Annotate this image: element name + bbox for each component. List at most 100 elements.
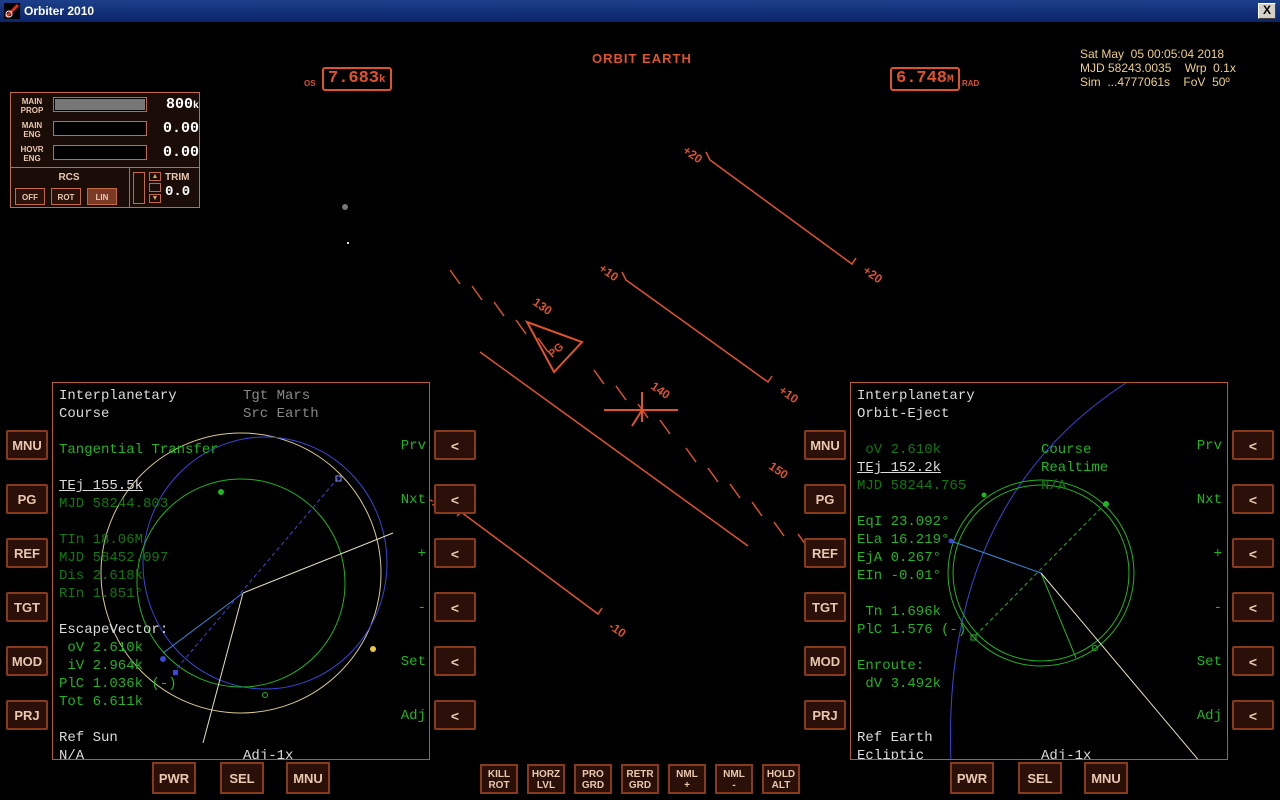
simulation-viewport[interactable]: +20 +20 +10 +10 -10 -10 130 140 150 PG O… <box>2 22 1278 798</box>
main-prop-value: 800k <box>151 96 199 113</box>
os-label: OS <box>304 79 316 88</box>
retrograde-button[interactable]: RETR GRD <box>621 764 659 794</box>
window-titlebar[interactable]: Orbiter 2010 X <box>0 0 1280 22</box>
sun-direction-line <box>1040 572 1199 759</box>
right-mfd-plus-button[interactable]: < <box>1232 538 1274 568</box>
left-mfd-pg-button[interactable]: PG <box>6 484 48 514</box>
os-unit: k <box>379 74 386 86</box>
left-mfd-nxt-label: Nxt <box>400 492 426 508</box>
ov-value: oV 2.610k <box>857 442 942 458</box>
right-mfd-adj-label: Adj <box>1196 708 1222 724</box>
rcs-off-button[interactable]: OFF <box>15 188 45 205</box>
ref-value: Ref Sun <box>59 730 118 746</box>
left-mfd-pwr-button[interactable]: PWR <box>152 762 196 794</box>
horz-lvl-button[interactable]: HORZ LVL <box>527 764 565 794</box>
hold-alt-button[interactable]: HOLD ALT <box>762 764 800 794</box>
right-mfd-menu-button[interactable]: MNU <box>1084 762 1128 794</box>
dis-value: Dis 2.618k <box>59 568 144 584</box>
hovr-eng-value: 0.00 <box>162 144 199 161</box>
left-mfd-menu-button[interactable]: MNU <box>286 762 330 794</box>
left-mfd-plus-button[interactable]: < <box>434 538 476 568</box>
mars-dot <box>370 646 376 652</box>
right-mfd-set-button[interactable]: < <box>1232 646 1274 676</box>
rcs-rot-button[interactable]: ROT <box>51 188 81 205</box>
trim-label: TRIM <box>165 172 190 183</box>
date-line: Sat May 05 00:05:04 2018 <box>1080 47 1225 61</box>
left-mfd-nxt-button[interactable]: < <box>434 484 476 514</box>
escape-line <box>950 540 1042 574</box>
main-prop-bar <box>53 97 147 112</box>
left-mfd-mod-button[interactable]: MOD <box>6 646 48 676</box>
escape-vector-label: EscapeVector: <box>59 622 169 638</box>
ejection-line <box>1040 572 1077 659</box>
left-mfd-adj-button[interactable]: < <box>434 700 476 730</box>
left-mfd-prv-button[interactable]: < <box>434 430 476 460</box>
right-mfd-minus-button[interactable]: < <box>1232 592 1274 622</box>
main-eng-bar <box>53 121 147 136</box>
mfd-title-1: Interplanetary <box>59 388 177 404</box>
hold-alt-line1: HOLD <box>766 769 796 780</box>
right-mfd-mod-button[interactable]: MOD <box>804 646 846 676</box>
close-button[interactable]: X <box>1258 3 1276 19</box>
left-mfd-sel-button[interactable]: SEL <box>220 762 264 794</box>
right-mfd-plus-label: + <box>1213 546 1222 562</box>
ladder-line-plus20 <box>705 151 857 266</box>
main-prop-label: MAIN PROP <box>20 97 44 115</box>
trim-mid-button[interactable] <box>149 183 161 192</box>
prograde-line2: GRD <box>581 780 605 791</box>
normal-minus-button[interactable]: NML - <box>715 764 753 794</box>
os-value: 7.683 <box>328 69 380 88</box>
hovr-eng-bar <box>53 145 147 160</box>
right-mfd-nxt-label: Nxt <box>1196 492 1222 508</box>
mfd-title-2: Course <box>59 406 110 422</box>
normal-plus-button[interactable]: NML + <box>668 764 706 794</box>
right-mfd-nxt-button[interactable]: < <box>1232 484 1274 514</box>
transfer-orbit <box>142 436 388 690</box>
right-mfd-pwr-button[interactable]: PWR <box>950 762 994 794</box>
left-mfd-minus-button[interactable]: < <box>434 592 476 622</box>
left-mfd-ref-button[interactable]: REF <box>6 538 48 568</box>
rad-unit: M <box>947 74 954 86</box>
left-mfd-plus-label: + <box>417 546 426 562</box>
rcs-panel: RCS OFF ROT LIN <box>11 167 130 208</box>
right-mfd-mnu-button[interactable]: MNU <box>804 430 846 460</box>
normal-plus-line2: + <box>684 780 690 791</box>
right-mfd-adj-button[interactable]: < <box>1232 700 1274 730</box>
rin-value: RIn 1.851° <box>59 586 144 602</box>
kill-rot-line2: ROT <box>488 780 510 791</box>
mjd-line: MJD 58243.0035 Wrp 0.1x <box>1080 61 1236 75</box>
transfer-mode: Tangential Transfer <box>59 442 219 458</box>
kill-rot-button[interactable]: KILL ROT <box>480 764 518 794</box>
right-mfd-prv-button[interactable]: < <box>1232 430 1274 460</box>
left-mfd-prj-button[interactable]: PRJ <box>6 700 48 730</box>
ladder-label: -10 <box>606 619 629 641</box>
mfd-source: Src Earth <box>243 406 319 422</box>
left-mfd-adj-label: Adj <box>400 708 426 724</box>
ladder-label: +10 <box>596 261 621 284</box>
prograde-button[interactable]: PRO GRD <box>574 764 612 794</box>
tej-value: TEj 155.5k <box>59 478 144 494</box>
left-mfd-set-button[interactable]: < <box>434 646 476 676</box>
rcs-lin-button[interactable]: LIN <box>87 188 117 205</box>
kill-rot-line1: KILL <box>487 769 511 780</box>
trim-up-button[interactable]: ▲ <box>149 172 161 181</box>
dv-value: dV 3.492k <box>857 676 942 692</box>
right-mfd-ref-button[interactable]: REF <box>804 538 846 568</box>
left-mfd-mnu-button[interactable]: MNU <box>6 430 48 460</box>
right-mfd-prj-button[interactable]: PRJ <box>804 700 846 730</box>
right-mfd-sel-button[interactable]: SEL <box>1018 762 1062 794</box>
trim-panel: ▲ ▼ TRIM 0.0 <box>129 167 199 208</box>
right-mfd-tgt-button[interactable]: TGT <box>804 592 846 622</box>
main-eng-label: MAIN ENG <box>21 121 43 139</box>
ladder-label: +10 <box>776 383 801 406</box>
orbital-speed-readout: 7.683k <box>322 67 392 91</box>
depart-line <box>162 592 244 654</box>
left-mfd-tgt-button[interactable]: TGT <box>6 592 48 622</box>
trim-down-button[interactable]: ▼ <box>149 194 161 203</box>
right-mfd-pg-button[interactable]: PG <box>804 484 846 514</box>
tej-value: TEj 152.2k <box>857 460 942 476</box>
prograde-line1: PRO <box>582 769 604 780</box>
retrograde-line1: RETR <box>626 769 654 780</box>
radius-readout: 6.748M <box>890 67 960 91</box>
main-eng-value: 0.00 <box>162 120 199 137</box>
